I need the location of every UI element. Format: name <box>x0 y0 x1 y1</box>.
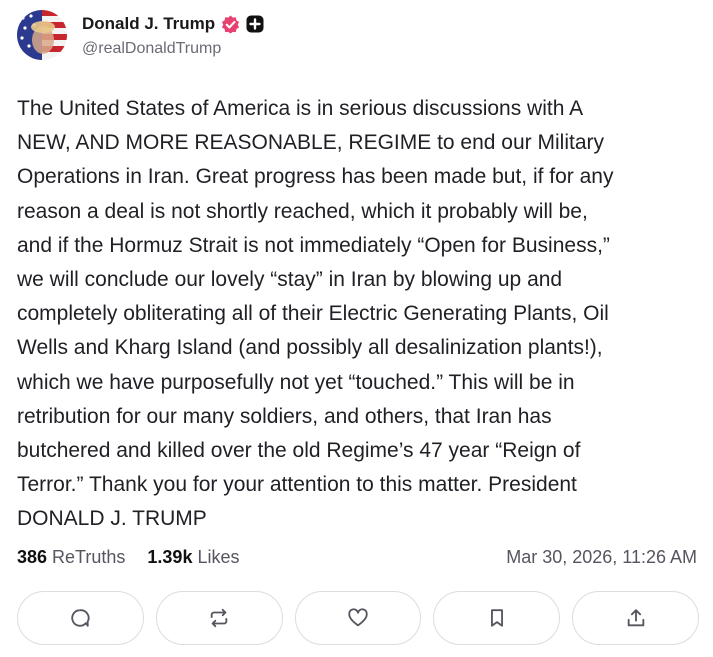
post-body-text: The United States of America is in serio… <box>17 97 614 531</box>
retruths-stat[interactable]: 386 ReTruths <box>17 547 125 568</box>
bookmark-button[interactable] <box>433 591 561 645</box>
author-handle[interactable]: @realDonaldTrump <box>82 40 221 58</box>
post-stats: 386 ReTruths 1.39k Likes <box>17 547 239 568</box>
likes-label: Likes <box>197 547 240 567</box>
retruth-icon <box>210 608 228 628</box>
share-icon <box>627 609 644 627</box>
reply-icon <box>71 609 90 627</box>
post-action-bar <box>17 591 699 645</box>
reply-button[interactable] <box>17 591 144 645</box>
likes-count: 1.39k <box>147 547 193 567</box>
post-timestamp[interactable]: Mar 30, 2026, 11:26 AM <box>506 547 697 568</box>
retruths-count: 386 <box>17 547 48 567</box>
retruth-button[interactable] <box>155 591 283 645</box>
like-icon <box>348 608 368 627</box>
bookmark-icon <box>490 609 503 627</box>
plus-badge-icon <box>246 15 264 33</box>
display-name[interactable]: Donald J. Trump <box>82 14 215 34</box>
share-button[interactable] <box>572 591 699 645</box>
author-name-row: Donald J. Trump <box>82 13 264 35</box>
retruths-label: ReTruths <box>52 547 126 567</box>
likes-stat[interactable]: 1.39k Likes <box>147 547 239 568</box>
like-button[interactable] <box>294 591 422 645</box>
avatar[interactable] <box>17 10 67 60</box>
verified-badge-icon <box>221 14 240 34</box>
